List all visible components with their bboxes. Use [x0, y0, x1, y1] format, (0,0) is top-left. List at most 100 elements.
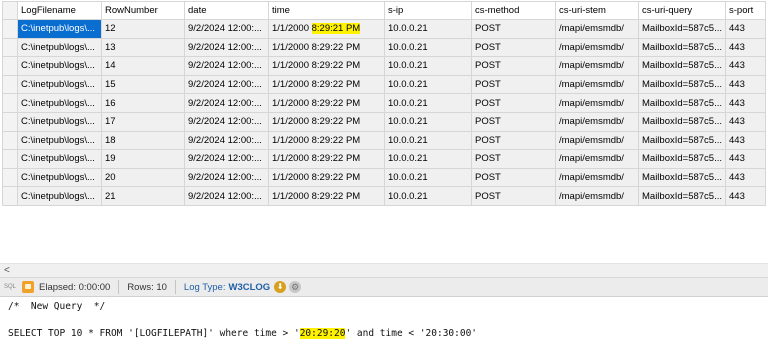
- table-cell-date[interactable]: 9/2/2024 12:00:...: [184, 186, 269, 206]
- table-cell-rownumber[interactable]: 12: [101, 19, 185, 39]
- table-cell-cs-uri-query[interactable]: MailboxId=587c5...: [637, 149, 727, 169]
- table-cell-cs-uri-stem[interactable]: /mapi/emsmdb/: [555, 167, 639, 188]
- table-row[interactable]: C:\inetpub\logs\... 20 9/2/2024 12:00:... 1…: [2, 167, 767, 188]
- table-cell-cs-method[interactable]: POST: [471, 93, 556, 113]
- table-cell-rownumber[interactable]: 18: [101, 130, 185, 151]
- table-row[interactable]: C:\inetpub\logs\... 21 9/2/2024 12:00:... 1…: [2, 186, 767, 206]
- table-row[interactable]: C:\inetpub\logs\... 16 9/2/2024 12:00:... 1…: [2, 93, 767, 113]
- column-header-cs-uri-stem[interactable]: cs-uri-stem: [555, 1, 639, 20]
- table-cell-s-ip[interactable]: 10.0.0.21: [384, 74, 472, 95]
- table-cell-cs-uri-stem[interactable]: /mapi/emsmdb/: [555, 149, 639, 169]
- row-header[interactable]: [2, 19, 18, 39]
- table-cell-logfilename[interactable]: C:\inetpub\logs\...: [17, 74, 102, 95]
- table-cell-date[interactable]: 9/2/2024 12:00:...: [184, 167, 269, 188]
- table-row[interactable]: C:\inetpub\logs\... 13 9/2/2024 12:00:... 1…: [2, 37, 767, 58]
- scroll-left-icon[interactable]: <: [4, 264, 10, 278]
- table-cell-rownumber[interactable]: 19: [101, 149, 185, 169]
- table-cell-date[interactable]: 9/2/2024 12:00:...: [184, 149, 269, 169]
- table-cell-cs-uri-stem[interactable]: /mapi/emsmdb/: [555, 111, 639, 132]
- row-header[interactable]: [2, 149, 18, 169]
- table-cell-logfilename[interactable]: C:\inetpub\logs\...: [17, 19, 102, 39]
- table-cell-cs-uri-stem[interactable]: /mapi/emsmdb/: [555, 93, 639, 113]
- table-cell-s-port[interactable]: 443: [725, 130, 767, 151]
- table-row[interactable]: C:\inetpub\logs\... 12 9/2/2024 12:00:... 1…: [2, 19, 767, 39]
- column-header-cs-method[interactable]: cs-method: [471, 1, 556, 20]
- table-cell-logfilename[interactable]: C:\inetpub\logs\...: [17, 93, 102, 113]
- table-cell-cs-method[interactable]: POST: [471, 56, 556, 76]
- table-cell-cs-uri-stem[interactable]: /mapi/emsmdb/: [555, 130, 639, 151]
- table-cell-cs-uri-query[interactable]: MailboxId=587c5...: [637, 167, 727, 188]
- table-cell-rownumber[interactable]: 15: [101, 74, 185, 95]
- table-row[interactable]: C:\inetpub\logs\... 15 9/2/2024 12:00:... 1…: [2, 74, 767, 95]
- table-cell-s-ip[interactable]: 10.0.0.21: [384, 37, 472, 58]
- table-row[interactable]: C:\inetpub\logs\... 19 9/2/2024 12:00:... 1…: [2, 149, 767, 169]
- table-cell-date[interactable]: 9/2/2024 12:00:...: [184, 19, 269, 39]
- table-row[interactable]: C:\inetpub\logs\... 17 9/2/2024 12:00:... 1…: [2, 111, 767, 132]
- table-cell-date[interactable]: 9/2/2024 12:00:...: [184, 74, 269, 95]
- table-cell-s-port[interactable]: 443: [725, 167, 767, 188]
- table-cell-s-ip[interactable]: 10.0.0.21: [384, 149, 472, 169]
- row-header-corner[interactable]: [2, 1, 18, 20]
- table-cell-time[interactable]: 1/1/2000 8:29:22 PM: [268, 37, 385, 58]
- table-cell-logfilename[interactable]: C:\inetpub\logs\...: [17, 37, 102, 58]
- table-cell-s-ip[interactable]: 10.0.0.21: [384, 130, 472, 151]
- table-cell-cs-uri-stem[interactable]: /mapi/emsmdb/: [555, 19, 639, 39]
- table-cell-logfilename[interactable]: C:\inetpub\logs\...: [17, 56, 102, 76]
- table-cell-s-port[interactable]: 443: [725, 186, 767, 206]
- row-header[interactable]: [2, 111, 18, 132]
- table-cell-rownumber[interactable]: 13: [101, 37, 185, 58]
- log-type-value[interactable]: W3CLOG: [228, 282, 270, 293]
- row-header[interactable]: [2, 56, 18, 76]
- table-cell-s-ip[interactable]: 10.0.0.21: [384, 186, 472, 206]
- gear-icon[interactable]: ⚙: [289, 281, 302, 293]
- table-cell-cs-uri-query[interactable]: MailboxId=587c5...: [637, 130, 727, 151]
- table-cell-date[interactable]: 9/2/2024 12:00:...: [184, 130, 269, 151]
- table-cell-rownumber[interactable]: 20: [101, 167, 185, 188]
- table-cell-cs-uri-query[interactable]: MailboxId=587c5...: [637, 186, 727, 206]
- table-cell-cs-uri-query[interactable]: MailboxId=587c5...: [637, 74, 727, 95]
- table-cell-date[interactable]: 9/2/2024 12:00:...: [184, 56, 269, 76]
- table-cell-s-port[interactable]: 443: [725, 149, 767, 169]
- table-cell-cs-method[interactable]: POST: [471, 19, 556, 39]
- table-cell-rownumber[interactable]: 14: [101, 56, 185, 76]
- table-cell-time[interactable]: 1/1/2000 8:29:22 PM: [268, 130, 385, 151]
- table-cell-cs-method[interactable]: POST: [471, 111, 556, 132]
- table-cell-time[interactable]: 1/1/2000 8:29:22 PM: [268, 74, 385, 95]
- horizontal-scrollbar[interactable]: <: [0, 263, 768, 277]
- table-cell-s-ip[interactable]: 10.0.0.21: [384, 111, 472, 132]
- table-cell-logfilename[interactable]: C:\inetpub\logs\...: [17, 149, 102, 169]
- table-cell-s-ip[interactable]: 10.0.0.21: [384, 167, 472, 188]
- table-cell-time[interactable]: 1/1/2000 8:29:22 PM: [268, 93, 385, 113]
- column-header-s-port[interactable]: s-port: [725, 1, 767, 20]
- table-cell-cs-uri-stem[interactable]: /mapi/emsmdb/: [555, 37, 639, 58]
- table-cell-time[interactable]: 1/1/2000 8:29:21 PM: [268, 19, 385, 39]
- table-cell-cs-uri-query[interactable]: MailboxId=587c5...: [637, 56, 727, 76]
- table-cell-cs-uri-query[interactable]: MailboxId=587c5...: [637, 37, 727, 58]
- column-header-date[interactable]: date: [184, 1, 269, 20]
- results-grid[interactable]: LogFilename RowNumber date time s-ip cs-…: [0, 0, 768, 263]
- table-cell-date[interactable]: 9/2/2024 12:00:...: [184, 37, 269, 58]
- table-cell-cs-uri-query[interactable]: MailboxId=587c5...: [637, 111, 727, 132]
- table-cell-cs-method[interactable]: POST: [471, 74, 556, 95]
- table-cell-s-ip[interactable]: 10.0.0.21: [384, 19, 472, 39]
- table-cell-s-port[interactable]: 443: [725, 37, 767, 58]
- column-header-time[interactable]: time: [268, 1, 385, 20]
- table-cell-s-port[interactable]: 443: [725, 19, 767, 39]
- table-cell-time[interactable]: 1/1/2000 8:29:22 PM: [268, 56, 385, 76]
- row-header[interactable]: [2, 167, 18, 188]
- table-cell-logfilename[interactable]: C:\inetpub\logs\...: [17, 130, 102, 151]
- download-icon[interactable]: ⬇: [274, 281, 287, 293]
- column-header-rownumber[interactable]: RowNumber: [101, 1, 185, 20]
- table-cell-rownumber[interactable]: 21: [101, 186, 185, 206]
- table-cell-s-ip[interactable]: 10.0.0.21: [384, 56, 472, 76]
- table-cell-time[interactable]: 1/1/2000 8:29:22 PM: [268, 149, 385, 169]
- table-cell-cs-uri-stem[interactable]: /mapi/emsmdb/: [555, 74, 639, 95]
- table-cell-s-ip[interactable]: 10.0.0.21: [384, 93, 472, 113]
- table-cell-s-port[interactable]: 443: [725, 74, 767, 95]
- table-row[interactable]: C:\inetpub\logs\... 14 9/2/2024 12:00:... 1…: [2, 56, 767, 76]
- table-cell-cs-uri-query[interactable]: MailboxId=587c5...: [637, 19, 727, 39]
- table-cell-rownumber[interactable]: 17: [101, 111, 185, 132]
- table-cell-date[interactable]: 9/2/2024 12:00:...: [184, 111, 269, 132]
- table-cell-cs-method[interactable]: POST: [471, 167, 556, 188]
- query-editor[interactable]: /* New Query */ SELECT TOP 10 * FROM '[L…: [0, 297, 768, 357]
